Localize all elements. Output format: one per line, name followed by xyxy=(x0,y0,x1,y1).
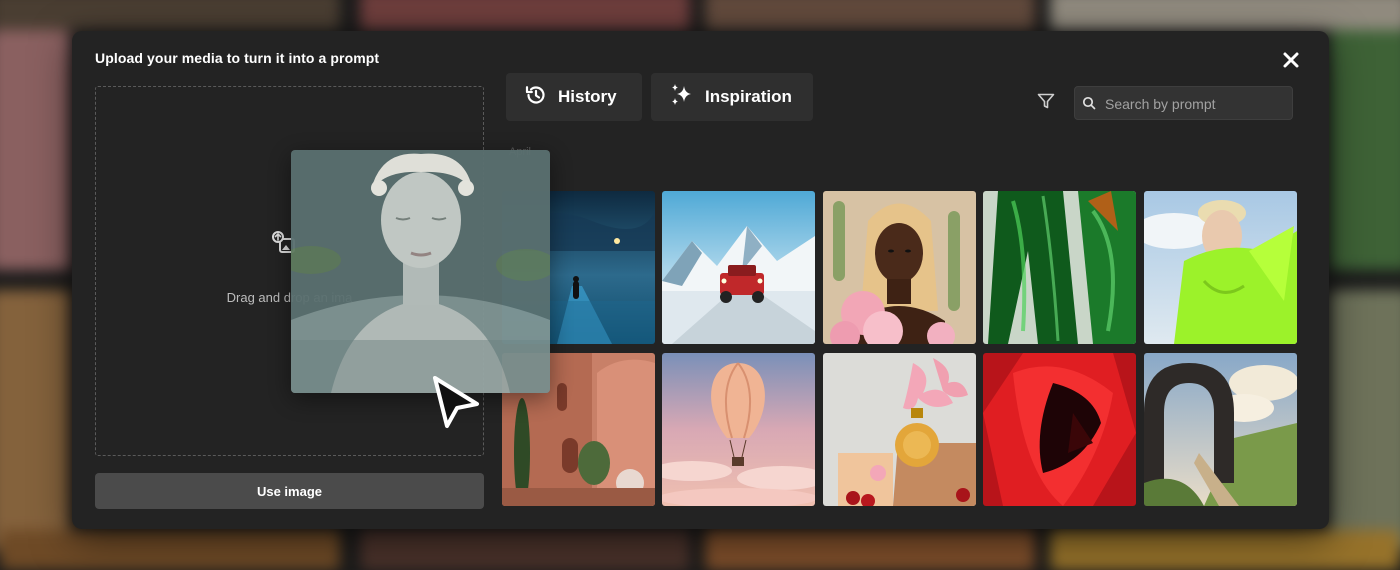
gallery-image-2[interactable] xyxy=(662,191,815,344)
gallery-image-5[interactable] xyxy=(1144,191,1297,344)
sparkles-icon xyxy=(669,82,695,113)
modal-title: Upload your media to turn it into a prom… xyxy=(95,50,380,66)
tab-history[interactable]: History xyxy=(506,73,642,121)
tab-inspiration-label: Inspiration xyxy=(705,87,792,106)
gallery-image-7[interactable] xyxy=(662,353,815,506)
filter-icon[interactable] xyxy=(1036,91,1056,111)
gallery-image-8[interactable] xyxy=(823,353,976,506)
gallery-image-4[interactable] xyxy=(983,191,1136,344)
search-input[interactable] xyxy=(1103,87,1287,121)
gallery-image-9[interactable] xyxy=(983,353,1136,506)
use-image-button[interactable]: Use image xyxy=(95,473,484,509)
tab-history-label: History xyxy=(558,87,617,106)
close-icon[interactable] xyxy=(1281,50,1301,70)
history-icon xyxy=(524,83,548,112)
tab-inspiration[interactable]: Inspiration xyxy=(651,73,813,121)
search-box[interactable] xyxy=(1074,86,1293,121)
upload-modal: Upload your media to turn it into a prom… xyxy=(72,31,1329,529)
drag-preview-image[interactable] xyxy=(291,150,550,393)
gallery-image-10[interactable] xyxy=(1144,353,1297,506)
search-icon xyxy=(1082,96,1096,115)
gallery-image-3[interactable] xyxy=(823,191,976,344)
cursor-icon xyxy=(429,374,483,437)
